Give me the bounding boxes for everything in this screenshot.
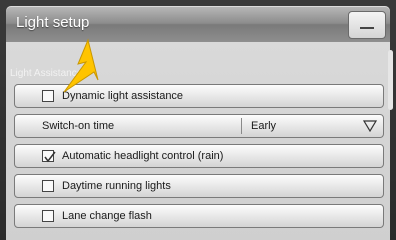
screen: Light setup Light Assistance Dynamic lig…	[0, 0, 396, 240]
pointer-arrow-icon	[63, 38, 99, 93]
